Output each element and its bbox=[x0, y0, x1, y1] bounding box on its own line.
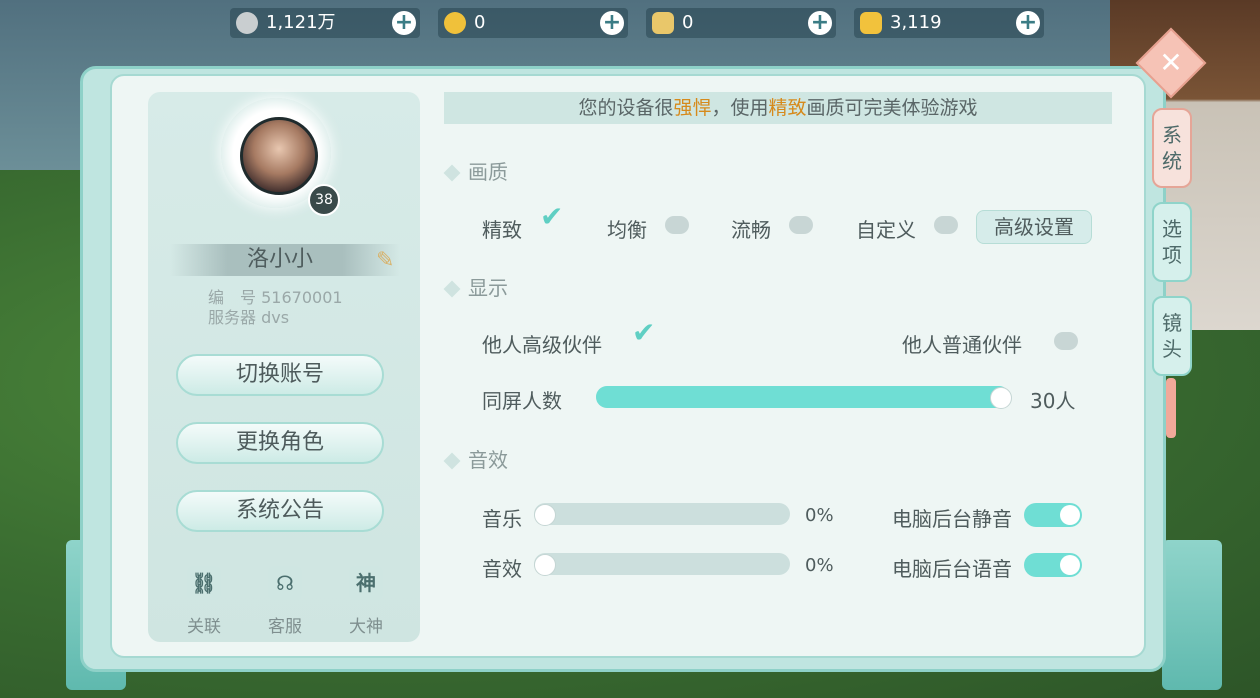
same-screen-label: 同屏人数 bbox=[482, 389, 562, 413]
gold-ingot-icon bbox=[860, 12, 882, 34]
banner-text-mid: ，使用 bbox=[711, 97, 769, 119]
sfx-label: 音效 bbox=[482, 557, 522, 581]
dashen-icon[interactable]: 神 bbox=[349, 566, 383, 600]
music-slider-track[interactable] bbox=[534, 503, 790, 525]
sfx-value: 0% bbox=[805, 555, 834, 576]
tab-system[interactable]: 系统 bbox=[1152, 108, 1192, 188]
support-label[interactable]: 客服 bbox=[255, 612, 315, 637]
add-bound-ingot-button[interactable]: + bbox=[808, 11, 832, 35]
currency-gold-ingot: 3,119 + bbox=[854, 8, 1044, 38]
gold-coin-icon bbox=[444, 12, 466, 34]
diamond-icon bbox=[443, 164, 461, 182]
checkmark-icon[interactable]: ✔ bbox=[540, 203, 572, 231]
level-badge: 38 bbox=[308, 184, 340, 216]
quality-custom-radio[interactable] bbox=[934, 216, 958, 234]
change-role-button[interactable]: 更换角色 bbox=[176, 422, 384, 464]
currency-gold-value: 0 bbox=[474, 12, 486, 33]
link-label[interactable]: 关联 bbox=[174, 612, 234, 637]
avatar[interactable] bbox=[240, 117, 318, 195]
toggle-knob bbox=[1060, 555, 1080, 575]
bound-ingot-icon bbox=[652, 12, 674, 34]
sfx-slider-handle[interactable] bbox=[534, 554, 556, 576]
diamond-icon bbox=[443, 452, 461, 470]
currency-silver: 1,121万 + bbox=[230, 8, 420, 38]
quality-title: 画质 bbox=[468, 160, 508, 184]
player-server-value: dvs bbox=[261, 308, 290, 327]
diamond-icon bbox=[443, 280, 461, 298]
audio-section-title: 音效 bbox=[443, 444, 508, 473]
quality-smooth-radio[interactable] bbox=[789, 216, 813, 234]
quality-section-title: 画质 bbox=[443, 156, 508, 185]
tab-options[interactable]: 选项 bbox=[1152, 202, 1192, 282]
bg-voice-toggle[interactable] bbox=[1024, 553, 1082, 577]
toggle-knob bbox=[1060, 505, 1080, 525]
currency-gold: 0 + bbox=[438, 8, 628, 38]
add-gold-ingot-button[interactable]: + bbox=[1016, 11, 1040, 35]
right-railing bbox=[1162, 540, 1222, 690]
currency-silver-value: 1,121万 bbox=[266, 12, 336, 33]
advanced-settings-button[interactable]: 高级设置 bbox=[976, 210, 1092, 244]
system-notice-button[interactable]: 系统公告 bbox=[176, 490, 384, 532]
dashen-label[interactable]: 大神 bbox=[336, 612, 396, 637]
add-silver-button[interactable]: + bbox=[392, 11, 416, 35]
link-icon[interactable]: ⛓ bbox=[187, 566, 221, 600]
music-slider-handle[interactable] bbox=[534, 504, 556, 526]
banner-text-prefix: 您的设备很 bbox=[578, 97, 674, 119]
music-label: 音乐 bbox=[482, 507, 522, 531]
device-tip-banner: 您的设备很强悍，使用精致画质可完美体验游戏 bbox=[444, 92, 1112, 124]
display-title: 显示 bbox=[468, 276, 508, 300]
support-icon[interactable]: ☊ bbox=[268, 566, 302, 600]
currency-bound-ingot-value: 0 bbox=[682, 12, 694, 33]
player-server-label: 服务器 bbox=[208, 308, 257, 327]
same-screen-value: 30人 bbox=[1030, 389, 1076, 413]
tab-camera[interactable]: 镜头 bbox=[1152, 296, 1192, 376]
normal-partner-checkbox[interactable] bbox=[1054, 332, 1078, 350]
player-server: 服务器 dvs bbox=[208, 304, 289, 328]
silver-coin-icon bbox=[236, 12, 258, 34]
player-name: 洛小小 bbox=[246, 247, 313, 272]
currency-gold-ingot-value: 3,119 bbox=[890, 12, 942, 33]
edit-name-icon[interactable]: ✎ bbox=[376, 248, 400, 273]
banner-highlight-strong: 强悍 bbox=[673, 97, 712, 119]
bg-mute-toggle[interactable] bbox=[1024, 503, 1082, 527]
bg-voice-label: 电脑后台语音 bbox=[892, 557, 1012, 581]
tassel-decoration bbox=[1166, 378, 1176, 438]
bg-mute-label: 电脑后台静音 bbox=[892, 507, 1012, 531]
quality-option-fine[interactable]: 精致 bbox=[482, 214, 522, 243]
banner-text-suffix: 画质可完美体验游戏 bbox=[806, 97, 978, 119]
currency-bound-ingot: 0 + bbox=[646, 8, 836, 38]
add-gold-button[interactable]: + bbox=[600, 11, 624, 35]
same-screen-slider-handle[interactable] bbox=[990, 387, 1012, 409]
checkmark-icon[interactable]: ✔ bbox=[632, 319, 664, 347]
quality-option-balanced[interactable]: 均衡 bbox=[607, 214, 647, 243]
quality-balanced-radio[interactable] bbox=[665, 216, 689, 234]
same-screen-slider-fill bbox=[596, 386, 1010, 408]
quality-option-custom[interactable]: 自定义 bbox=[856, 214, 916, 243]
switch-account-button[interactable]: 切换账号 bbox=[176, 354, 384, 396]
music-value: 0% bbox=[805, 505, 834, 526]
close-icon: ✕ bbox=[1159, 46, 1183, 79]
display-section-title: 显示 bbox=[443, 272, 508, 301]
audio-title: 音效 bbox=[468, 448, 508, 472]
quality-option-smooth[interactable]: 流畅 bbox=[731, 214, 771, 243]
banner-highlight-quality: 精致 bbox=[768, 97, 807, 119]
normal-partner-label[interactable]: 他人普通伙伴 bbox=[902, 329, 1022, 358]
sfx-slider-track[interactable] bbox=[534, 553, 790, 575]
advanced-partner-label[interactable]: 他人高级伙伴 bbox=[482, 329, 602, 358]
